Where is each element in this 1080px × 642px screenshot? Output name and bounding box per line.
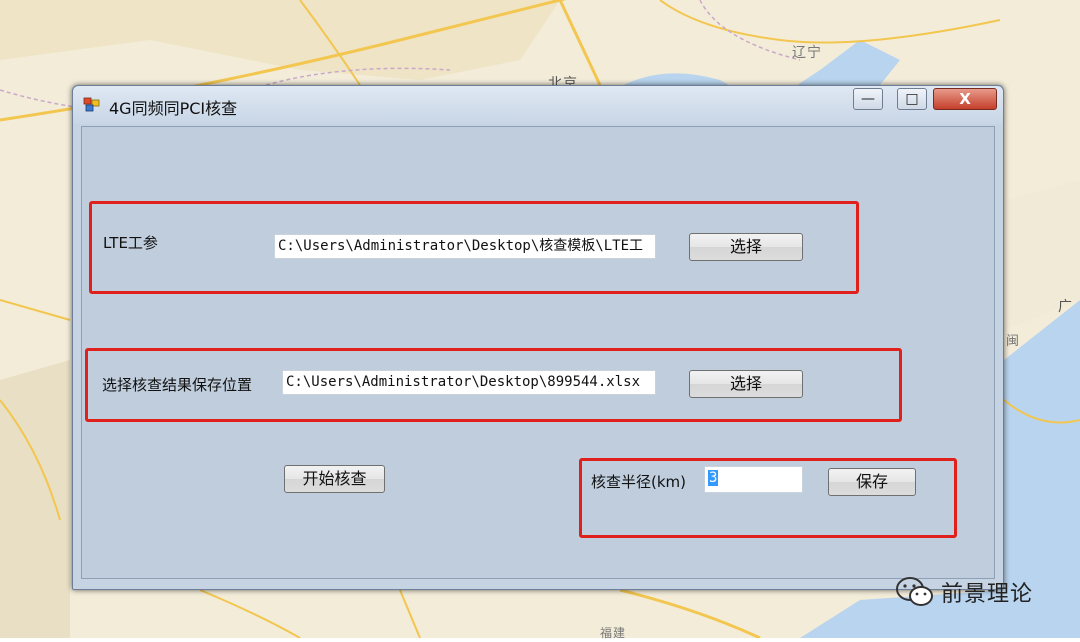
radius-label: 核查半径(km) xyxy=(591,473,687,491)
watermark-text: 前景理论 xyxy=(941,582,1034,607)
app-window: 4G同频同PCI核查 — □ X LTE工参 C:\Users\Administ… xyxy=(72,85,1004,590)
app-icon xyxy=(83,97,101,113)
lte-param-select-button[interactable]: 选择 xyxy=(689,233,803,261)
save-location-path-input[interactable]: C:\Users\Administrator\Desktop\899544.xl… xyxy=(282,370,656,395)
radius-value: 3 xyxy=(708,470,719,486)
lte-param-label: LTE工参 xyxy=(103,234,158,252)
window-title: 4G同频同PCI核查 xyxy=(109,99,238,118)
map-label-liaoning: 辽宁 xyxy=(792,45,822,61)
minimize-icon: — xyxy=(861,91,875,107)
map-label-fujian: 福建 xyxy=(600,626,627,640)
minimize-button[interactable]: — xyxy=(853,88,883,110)
lte-param-path-input[interactable]: C:\Users\Administrator\Desktop\核查模板\LTE工 xyxy=(274,234,656,259)
map-label-min: 闽 xyxy=(1006,334,1021,349)
radius-input[interactable]: 3 xyxy=(704,466,803,493)
watermark: 前景理论 xyxy=(895,572,1033,612)
save-location-select-button[interactable]: 选择 xyxy=(689,370,803,398)
title-bar[interactable]: 4G同频同PCI核查 — □ X xyxy=(73,86,1003,124)
close-button[interactable]: X xyxy=(933,88,997,110)
maximize-icon: □ xyxy=(905,91,919,107)
wechat-icon xyxy=(896,577,933,606)
save-location-label: 选择核查结果保存位置 xyxy=(102,376,253,394)
maximize-button[interactable]: □ xyxy=(897,88,927,110)
map-label-guang: 广 xyxy=(1058,299,1073,315)
radius-save-button[interactable]: 保存 xyxy=(828,468,916,496)
close-icon: X xyxy=(959,90,971,108)
start-check-button[interactable]: 开始核查 xyxy=(284,465,385,493)
